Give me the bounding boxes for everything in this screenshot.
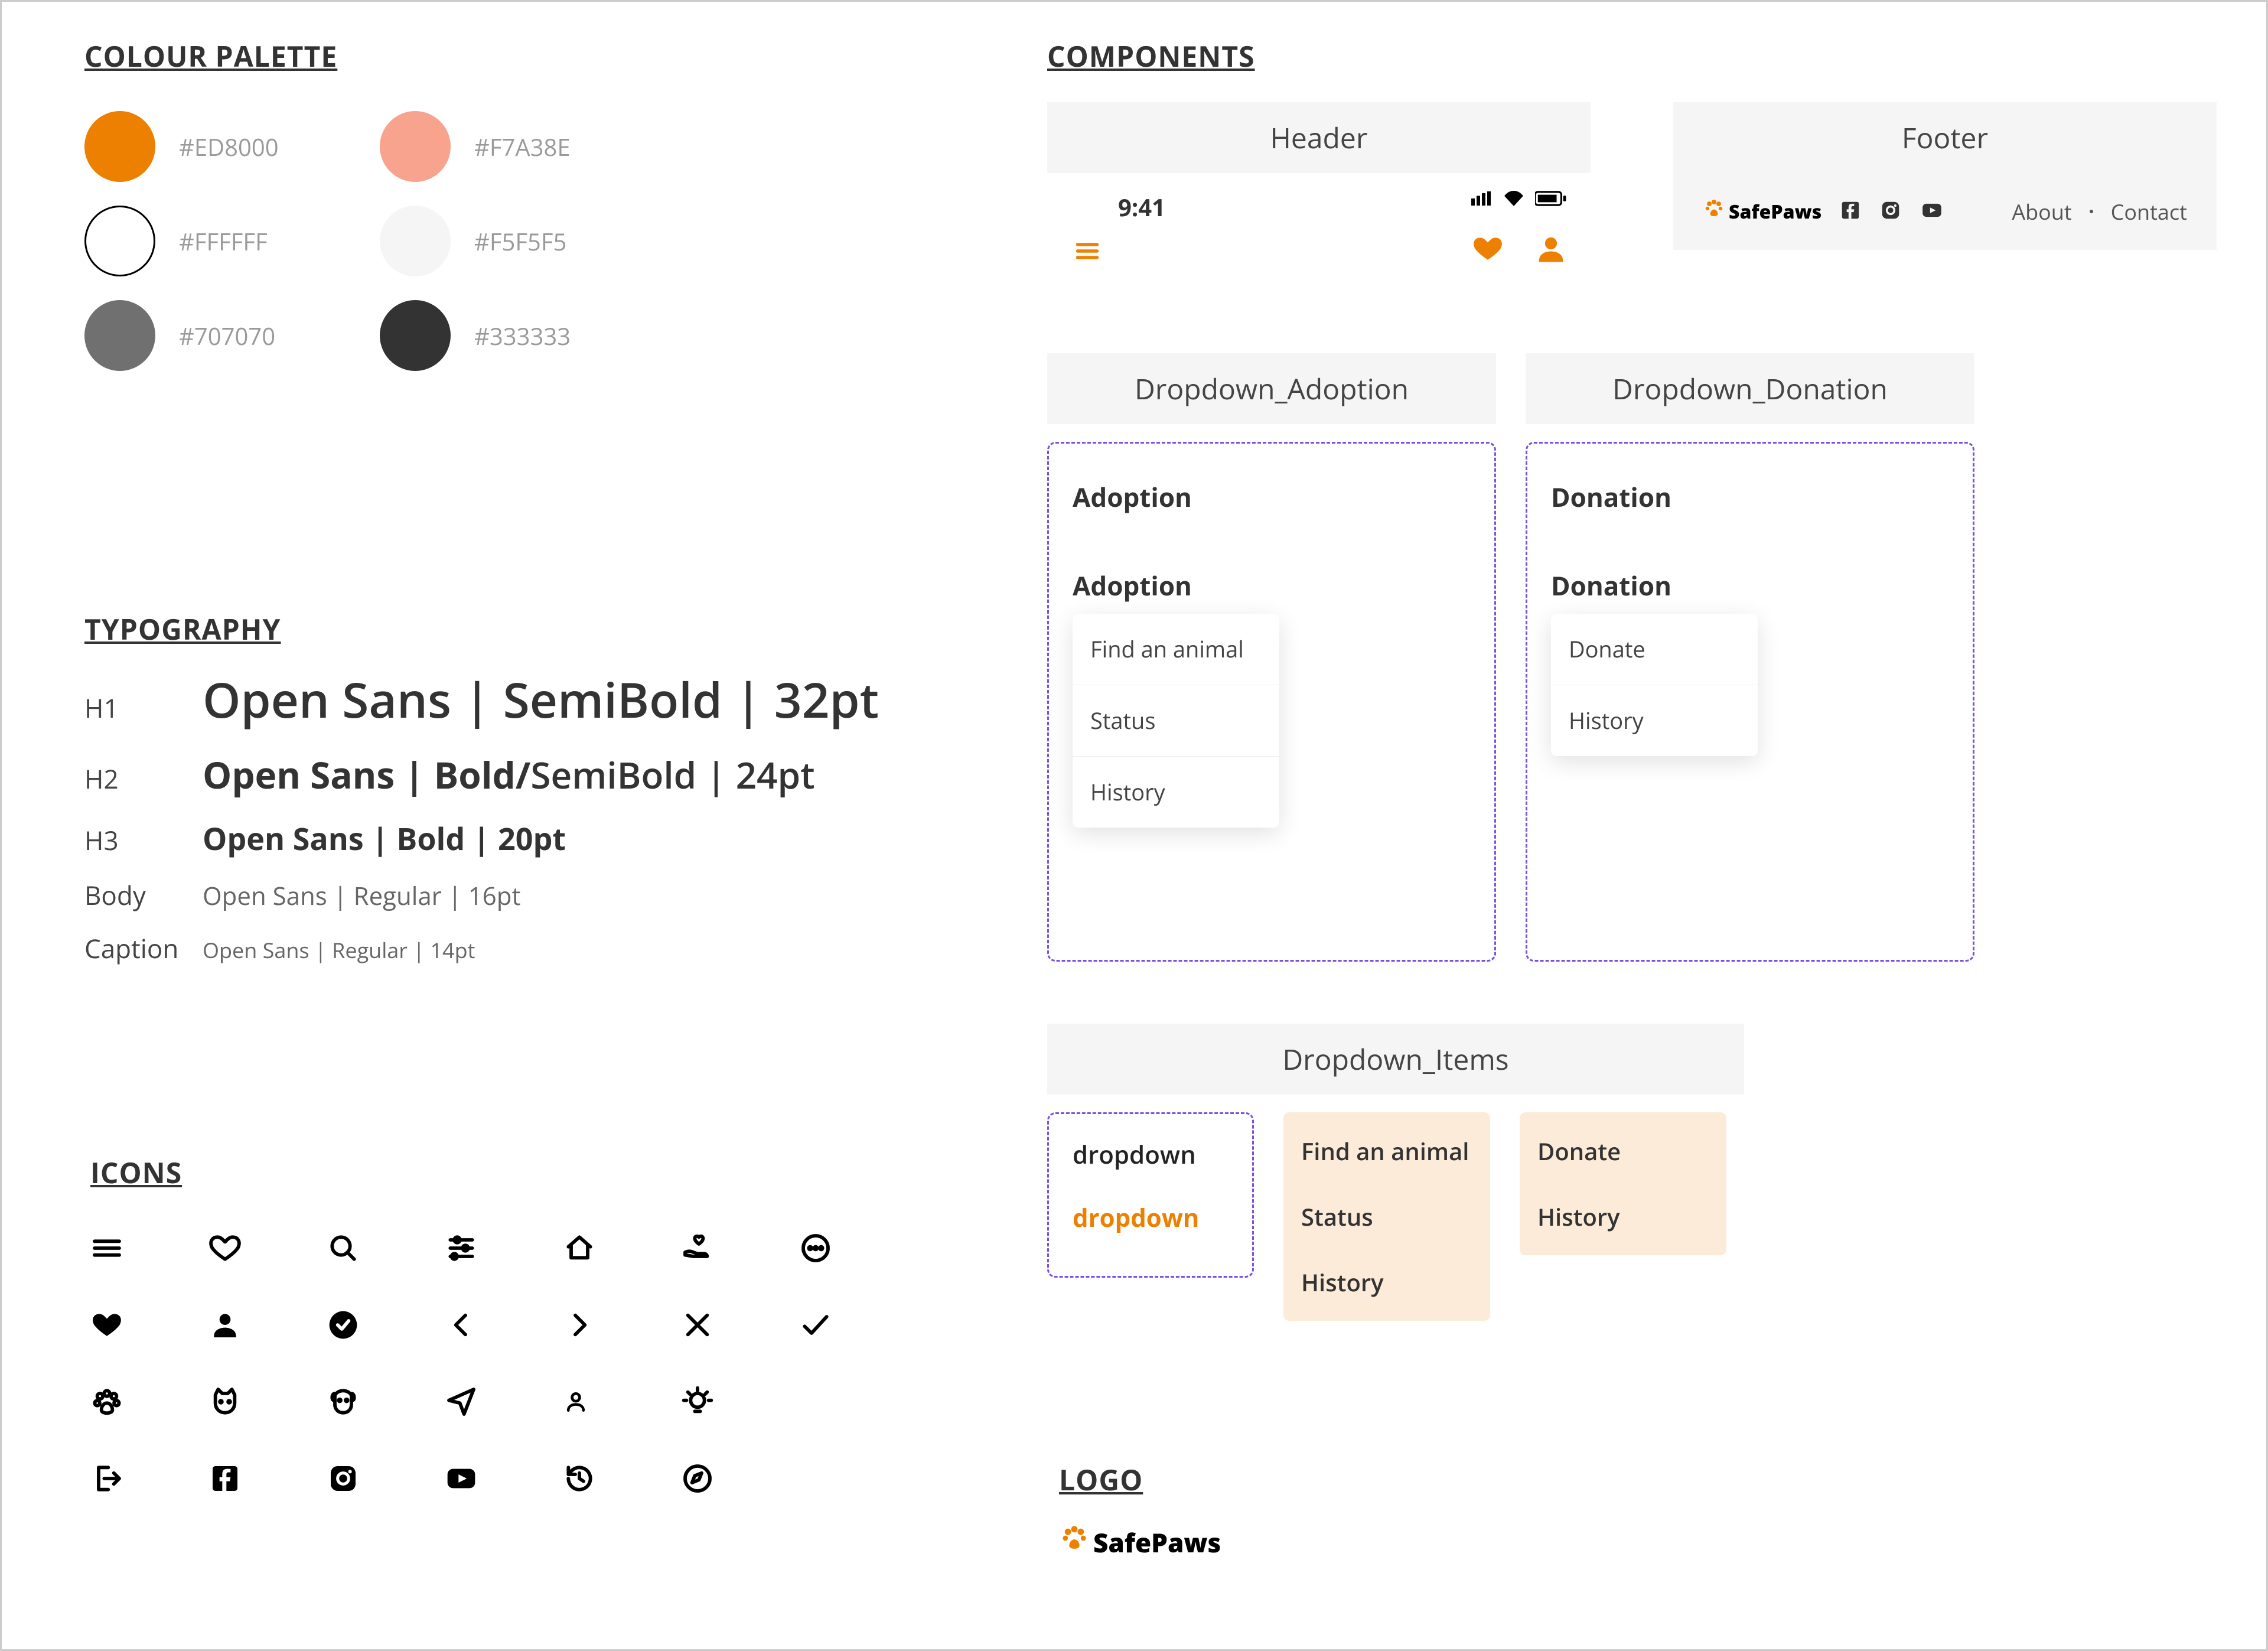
status-icons (1471, 191, 1567, 206)
logout-icon (90, 1462, 208, 1495)
swatch-label: #333333 (474, 320, 571, 352)
facebook-icon[interactable] (1839, 199, 1862, 224)
youtube-icon (445, 1462, 563, 1495)
filter-icon (445, 1232, 563, 1265)
dropdown-state-hover[interactable]: dropdown (1073, 1201, 1228, 1235)
dropdown-item[interactable]: Donate (1520, 1118, 1726, 1184)
component-dropdown-adoption: Dropdown_Adoption Adoption Adoption Find… (1047, 353, 1496, 962)
facebook-icon (208, 1462, 327, 1495)
section-title-palette: COLOUR PALETTE (84, 37, 675, 76)
dropdown-item[interactable]: Find an animal (1283, 1118, 1490, 1184)
component-dropdown-items: Dropdown_Items dropdown dropdown Find an… (1047, 1024, 1744, 1321)
dropdown-item[interactable]: History (1551, 685, 1758, 756)
dropdown-item[interactable]: History (1073, 757, 1279, 828)
menu-icon[interactable] (1071, 238, 1104, 267)
component-label-footer: Footer (1673, 102, 2217, 173)
component-footer: Footer SafePaws About Contact (1673, 102, 2217, 250)
menu-icon (90, 1232, 208, 1265)
type-tag-h3: H3 (84, 822, 203, 858)
type-spec-h3: Open Sans | Bold | 20pt (203, 818, 566, 859)
dropdown-donation-open[interactable]: Donation (1551, 568, 1949, 603)
heart-fill-icon (90, 1308, 208, 1341)
swatch-ltgrey (380, 206, 451, 276)
dropdown-item[interactable]: Donate (1551, 614, 1758, 685)
component-label-header: Header (1047, 102, 1591, 173)
instagram-icon (327, 1462, 445, 1495)
heart-outline-icon (208, 1232, 327, 1265)
type-spec-h2: Open Sans | Bold/SemiBold | 24pt (203, 750, 815, 800)
dropdown-adoption-open[interactable]: Adoption (1073, 568, 1471, 603)
favorites-icon[interactable] (1470, 232, 1506, 268)
history-icon (563, 1462, 681, 1495)
footer-link-contact[interactable]: Contact (2111, 197, 2187, 226)
chevron-right-icon (563, 1308, 681, 1341)
close-icon (681, 1308, 799, 1341)
swatch-label: #707070 (179, 320, 275, 352)
hand-heart-icon (681, 1232, 799, 1265)
swatch-label: #F7A38E (474, 131, 571, 163)
separator-dot (2090, 210, 2093, 213)
component-label-dd-items: Dropdown_Items (1047, 1024, 1744, 1095)
dropdown-item[interactable]: Find an animal (1073, 614, 1279, 685)
type-spec-h1: Open Sans | SemiBold | 32pt (203, 666, 879, 732)
component-label-dd-donation: Dropdown_Donation (1526, 353, 1974, 424)
user-outline-icon (563, 1389, 681, 1415)
check-icon (799, 1308, 917, 1341)
dropdown-state-default[interactable]: dropdown (1073, 1138, 1228, 1171)
section-title-logo: LOGO (1059, 1461, 1221, 1499)
section-title-components: COMPONENTS (1047, 37, 1255, 76)
swatch-grey (84, 300, 155, 371)
youtube-icon[interactable] (1920, 199, 1944, 224)
swatch-dark (380, 300, 451, 371)
component-dropdown-donation: Dropdown_Donation Donation Donation Dona… (1526, 353, 1974, 962)
dropdown-item[interactable]: History (1520, 1184, 1726, 1249)
check-circle-icon (327, 1308, 445, 1341)
instagram-icon[interactable] (1879, 199, 1902, 224)
type-tag-h2: H2 (84, 761, 203, 796)
dropdown-donation-closed[interactable]: Donation (1551, 479, 1949, 514)
section-title-icons: ICONS (90, 1154, 917, 1192)
compass-icon (681, 1462, 799, 1495)
section-title-typography: TYPOGRAPHY (84, 610, 879, 649)
paw-icon (90, 1385, 208, 1418)
cat-icon (208, 1385, 327, 1418)
type-spec-caption: Open Sans | Regular | 14pt (203, 936, 475, 965)
profile-icon[interactable] (1535, 232, 1567, 268)
lightbulb-icon (681, 1385, 799, 1418)
type-tag-h1: H1 (84, 690, 203, 725)
dropdown-item[interactable]: History (1283, 1249, 1490, 1315)
send-icon (445, 1385, 563, 1418)
component-header: Header 9:41 (1047, 102, 1591, 279)
swatch-label: #ED8000 (179, 131, 279, 163)
dropdown-adoption-closed[interactable]: Adoption (1073, 479, 1471, 514)
swatch-label: #F5F5F5 (474, 225, 566, 258)
footer-logo[interactable]: SafePaws (1703, 197, 1821, 226)
type-tag-caption: Caption (84, 930, 203, 966)
dropdown-item[interactable]: Status (1283, 1184, 1490, 1249)
chevron-left-icon (445, 1308, 563, 1341)
dog-icon (327, 1385, 445, 1418)
swatch-orange (84, 111, 155, 182)
footer-link-about[interactable]: About (2012, 197, 2071, 226)
brand-logo: SafePaws (1059, 1523, 1221, 1561)
swatch-white (84, 206, 155, 276)
home-icon (563, 1232, 681, 1265)
type-spec-body: Open Sans | Regular | 16pt (203, 879, 520, 913)
swatch-label: #FFFFFF (179, 225, 268, 258)
search-icon (327, 1232, 445, 1265)
swatch-salmon (380, 111, 451, 182)
more-icon (799, 1232, 917, 1265)
dropdown-item[interactable]: Status (1073, 685, 1279, 757)
type-tag-body: Body (84, 877, 203, 913)
component-label-dd-adoption: Dropdown_Adoption (1047, 353, 1496, 424)
status-time: 9:41 (1118, 191, 1165, 223)
user-icon (208, 1308, 327, 1341)
